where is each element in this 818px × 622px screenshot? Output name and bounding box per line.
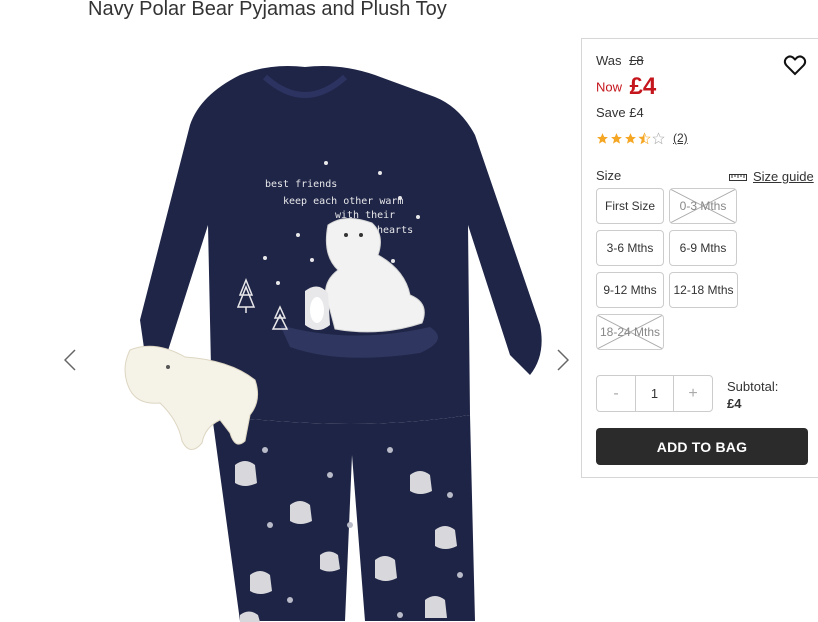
size-option-label: 12-18 Mths — [673, 283, 734, 297]
now-value: £4 — [629, 73, 657, 100]
review-count-link[interactable]: (2) — [673, 131, 688, 145]
was-price: Was £8 — [596, 53, 644, 68]
was-label: Was — [596, 53, 622, 68]
star-half-icon — [638, 131, 651, 144]
heart-icon — [783, 55, 807, 76]
size-option-12-18-mths[interactable]: 12-18 Mths — [669, 272, 738, 308]
size-option-9-12-mths[interactable]: 9-12 Mths — [596, 272, 664, 308]
ruler-icon — [729, 173, 747, 181]
size-guide-link[interactable]: Size guide — [729, 169, 814, 184]
add-to-bag-button[interactable]: ADD TO BAG — [596, 428, 808, 465]
size-guide-label: Size guide — [753, 169, 814, 184]
star-full-icon — [611, 132, 622, 144]
subtotal-value: £4 — [727, 396, 742, 411]
size-option-label: 9-12 Mths — [603, 283, 657, 297]
quantity-stepper: - 1 + — [596, 375, 713, 412]
quantity-value[interactable]: 1 — [635, 376, 674, 411]
product-image: best friends keep each other warm with t… — [124, 66, 542, 622]
tshirt-text-1: best friends — [265, 179, 337, 190]
chevron-left-icon — [64, 349, 76, 371]
size-option-3-6-mths[interactable]: 3-6 Mths — [596, 230, 664, 266]
size-option-18-24-mths[interactable]: 18-24 Mths — [596, 314, 664, 350]
rating: (2) — [596, 131, 688, 145]
subtotal: Subtotal: £4 — [727, 378, 778, 412]
product-gallery: best friends keep each other warm with t… — [60, 40, 580, 622]
purchase-panel: Was £8 Now £4 Save £4 (2) Size Size guid… — [581, 38, 818, 478]
size-option-label: 18-24 Mths — [599, 325, 661, 339]
product-title: Navy Polar Bear Pyjamas and Plush Toy — [88, 0, 447, 20]
star-rating — [596, 131, 665, 145]
now-label: Now — [596, 79, 623, 95]
tshirt-text-2: keep each other warm — [283, 196, 403, 207]
now-price: Now £4 — [596, 73, 656, 101]
previous-image-button[interactable] — [60, 345, 80, 375]
subtotal-label: Subtotal: — [727, 379, 779, 394]
star-full-icon — [625, 132, 636, 144]
size-option-label: 3-6 Mths — [606, 241, 654, 255]
size-option-label: First Size — [604, 199, 655, 213]
size-option-label: 0-3 Mths — [679, 199, 727, 213]
size-label: Size — [596, 168, 622, 183]
size-option-first-size[interactable]: First Size — [596, 188, 664, 224]
was-value: £8 — [629, 53, 644, 68]
wishlist-button[interactable] — [783, 53, 807, 77]
star-full-icon — [597, 132, 608, 144]
increase-quantity-button[interactable]: + — [674, 376, 712, 411]
save-amount: Save £4 — [596, 105, 644, 120]
star-empty-icon — [652, 131, 665, 144]
decrease-quantity-button[interactable]: - — [597, 376, 635, 411]
tshirt-text-4: hearts — [377, 225, 413, 236]
save-value: £4 — [629, 105, 644, 120]
save-label: Save — [596, 105, 626, 120]
size-option-6-9-mths[interactable]: 6-9 Mths — [669, 230, 737, 266]
size-option-0-3-mths[interactable]: 0-3 Mths — [669, 188, 737, 224]
size-option-label: 6-9 Mths — [679, 241, 727, 255]
